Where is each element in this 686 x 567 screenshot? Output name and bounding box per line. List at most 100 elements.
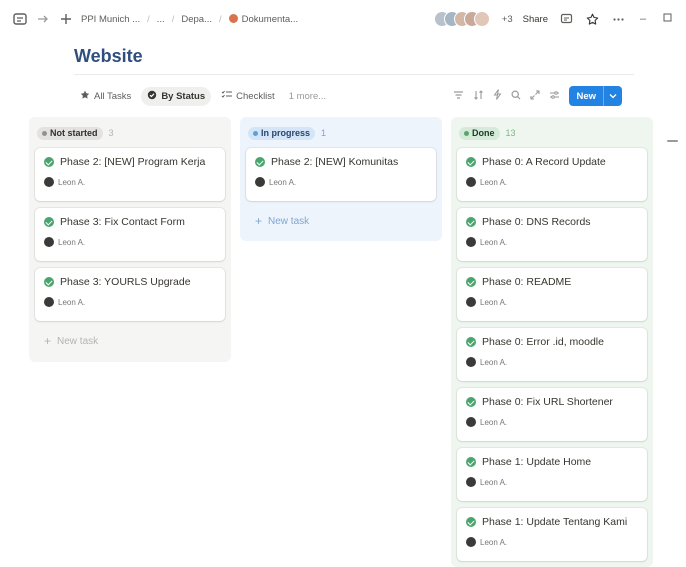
card-title-row: Phase 3: YOURLS Upgrade bbox=[44, 276, 217, 288]
done-check-icon bbox=[466, 277, 476, 287]
view-settings-icon[interactable] bbox=[549, 90, 560, 103]
avatar bbox=[466, 477, 476, 487]
breadcrumb-item[interactable]: ... bbox=[157, 14, 165, 25]
filter-icon[interactable] bbox=[453, 90, 464, 103]
breadcrumb-item-current[interactable]: Dokumenta... bbox=[228, 13, 299, 25]
task-card[interactable]: Phase 1: Update Home Leon A. bbox=[457, 448, 647, 501]
done-check-icon bbox=[466, 157, 476, 167]
assignee-name: Leon A. bbox=[58, 237, 86, 247]
tab-label: All Tasks bbox=[94, 90, 132, 102]
assignee-name: Leon A. bbox=[269, 177, 297, 187]
card-assignee: Leon A. bbox=[466, 417, 639, 427]
avatar bbox=[466, 357, 476, 367]
task-card[interactable]: Phase 2: [NEW] Komunitas Leon A. bbox=[246, 148, 436, 201]
expand-icon[interactable] bbox=[530, 89, 541, 103]
hidden-columns-handle[interactable] bbox=[667, 140, 678, 142]
status-dot bbox=[253, 130, 258, 136]
done-check-icon bbox=[466, 397, 476, 407]
breadcrumb-item[interactable]: Depa... bbox=[181, 14, 212, 25]
avatar bbox=[44, 297, 54, 307]
card-title: Phase 0: A Record Update bbox=[482, 156, 606, 168]
favorite-star-icon[interactable] bbox=[584, 11, 600, 27]
avatar bbox=[473, 11, 490, 27]
new-task-label: New task bbox=[268, 215, 310, 227]
status-label: Not started bbox=[50, 128, 98, 138]
collaborators-extra-count[interactable]: +3 bbox=[502, 14, 513, 25]
task-card[interactable]: Phase 0: DNS Records Leon A. bbox=[457, 208, 647, 261]
comments-icon[interactable] bbox=[558, 11, 574, 27]
column-count: 3 bbox=[108, 128, 114, 138]
card-title-row: Phase 1: Update Home bbox=[466, 456, 639, 468]
new-task-button[interactable]: + New task bbox=[35, 328, 225, 354]
task-card[interactable]: Phase 3: Fix Contact Form Leon A. bbox=[35, 208, 225, 261]
assignee-name: Leon A. bbox=[480, 417, 508, 427]
column-header[interactable]: Not started 3 bbox=[37, 125, 225, 141]
sort-icon[interactable] bbox=[473, 89, 484, 103]
workspace-icon[interactable] bbox=[12, 11, 28, 27]
tab-all-tasks[interactable]: All Tasks bbox=[74, 87, 137, 106]
done-check-icon bbox=[466, 457, 476, 467]
breadcrumb-bar: PPI Munich ... / ... / Depa... / Dokumen… bbox=[12, 0, 298, 38]
breadcrumb-label: Dokumenta... bbox=[241, 13, 299, 25]
task-card[interactable]: Phase 0: A Record Update Leon A. bbox=[457, 148, 647, 201]
new-task-button[interactable]: + New task bbox=[246, 208, 436, 234]
breadcrumb-separator: / bbox=[147, 13, 150, 25]
status-circle-icon bbox=[147, 90, 157, 103]
card-assignee: Leon A. bbox=[255, 177, 428, 187]
done-check-icon bbox=[255, 157, 265, 167]
task-card[interactable]: Phase 1: Update Tentang Kami Leon A. bbox=[457, 508, 647, 561]
tab-label: Checklist bbox=[236, 90, 275, 102]
card-title: Phase 0: DNS Records bbox=[482, 216, 591, 228]
task-card[interactable]: Phase 0: README Leon A. bbox=[457, 268, 647, 321]
automation-bolt-icon[interactable] bbox=[493, 89, 502, 103]
avatar bbox=[466, 537, 476, 547]
top-bar-actions: +3 Share – bbox=[433, 0, 674, 38]
card-title-row: Phase 0: Error .id, moodle bbox=[466, 336, 639, 348]
done-check-icon bbox=[44, 217, 54, 227]
more-views-link[interactable]: 1 more... bbox=[285, 88, 331, 105]
done-check-icon bbox=[466, 217, 476, 227]
avatar bbox=[44, 177, 54, 187]
tab-label: By Status bbox=[161, 90, 206, 102]
collaborator-avatars[interactable] bbox=[433, 11, 490, 27]
assignee-name: Leon A. bbox=[58, 177, 86, 187]
more-options-icon[interactable] bbox=[610, 11, 626, 27]
new-button[interactable]: New bbox=[569, 86, 622, 106]
card-title: Phase 0: Fix URL Shortener bbox=[482, 396, 613, 408]
card-title-row: Phase 2: [NEW] Program Kerja bbox=[44, 156, 217, 168]
status-badge: Not started bbox=[37, 126, 103, 140]
task-card[interactable]: Phase 0: Error .id, moodle Leon A. bbox=[457, 328, 647, 381]
plus-icon: + bbox=[44, 334, 52, 348]
card-assignee: Leon A. bbox=[466, 357, 639, 367]
column-header[interactable]: In progress 1 bbox=[248, 125, 436, 141]
done-check-icon bbox=[466, 337, 476, 347]
title-divider bbox=[74, 74, 634, 75]
card-assignee: Leon A. bbox=[466, 237, 639, 247]
minimize-window-icon[interactable]: – bbox=[636, 13, 650, 25]
forward-arrow-icon[interactable] bbox=[35, 11, 51, 27]
card-assignee: Leon A. bbox=[44, 297, 217, 307]
new-task-label: New task bbox=[57, 335, 99, 347]
view-tabs: All Tasks By Status Checklist 1 more... bbox=[74, 86, 330, 106]
add-page-icon[interactable] bbox=[58, 11, 74, 27]
done-check-icon bbox=[466, 517, 476, 527]
status-label: In progress bbox=[261, 128, 311, 138]
board-column-not-started: Not started 3 Phase 2: [NEW] Program Ker… bbox=[29, 117, 231, 362]
share-button[interactable]: Share bbox=[523, 14, 548, 25]
top-bar: PPI Munich ... / ... / Depa... / Dokumen… bbox=[0, 0, 686, 38]
maximize-window-icon[interactable] bbox=[660, 13, 674, 25]
card-title-row: Phase 1: Update Tentang Kami bbox=[466, 516, 639, 528]
page-title[interactable]: Website bbox=[74, 46, 143, 67]
task-card[interactable]: Phase 0: Fix URL Shortener Leon A. bbox=[457, 388, 647, 441]
avatar bbox=[466, 177, 476, 187]
tab-checklist[interactable]: Checklist bbox=[215, 87, 281, 106]
breadcrumb-item[interactable]: PPI Munich ... bbox=[81, 14, 140, 25]
task-card[interactable]: Phase 3: YOURLS Upgrade Leon A. bbox=[35, 268, 225, 321]
tab-by-status[interactable]: By Status bbox=[141, 86, 212, 106]
done-check-icon bbox=[44, 157, 54, 167]
assignee-name: Leon A. bbox=[480, 237, 508, 247]
chevron-down-icon[interactable] bbox=[603, 86, 622, 106]
task-card[interactable]: Phase 2: [NEW] Program Kerja Leon A. bbox=[35, 148, 225, 201]
search-icon[interactable] bbox=[511, 89, 521, 103]
column-header[interactable]: Done 13 bbox=[459, 125, 647, 141]
